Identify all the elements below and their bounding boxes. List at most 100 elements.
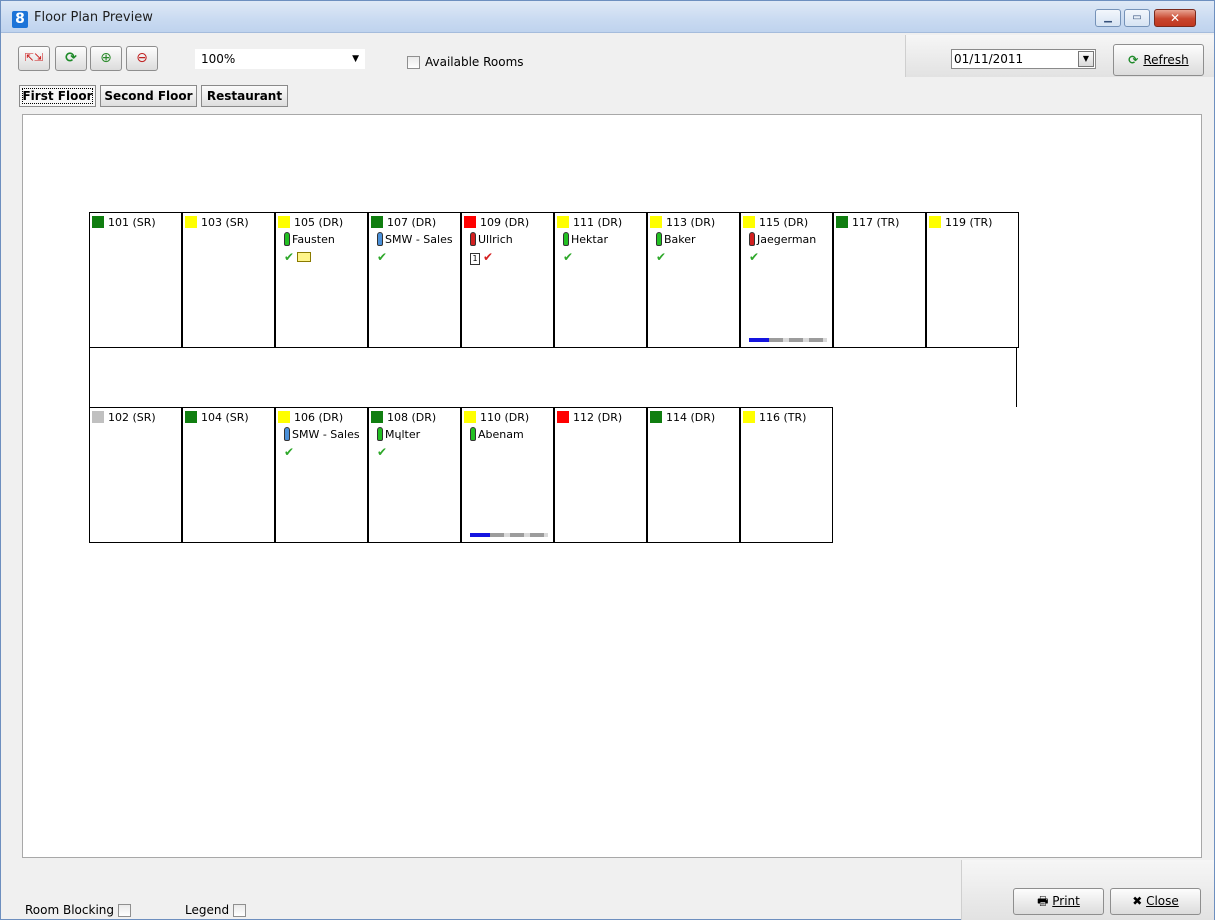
room-number: 107 (DR) xyxy=(387,216,437,229)
room-status-indicator xyxy=(278,411,290,423)
refresh-button[interactable]: ⟳ Refresh xyxy=(1113,44,1204,76)
room-cell[interactable]: 105 (DR) Fausten ✔ xyxy=(275,212,368,348)
room-status-indicator xyxy=(371,411,383,423)
maximize-icon[interactable]: ▭ xyxy=(1124,9,1150,27)
refresh-icon[interactable]: ⟳ xyxy=(55,46,87,71)
guest-row: Baker xyxy=(656,232,696,246)
room-header: 119 (TR) xyxy=(929,216,992,229)
tab-restaurant[interactable]: Restaurant xyxy=(201,85,288,107)
room-status-indicator xyxy=(92,216,104,228)
zoom-value: 100% xyxy=(201,52,236,66)
guest-status-icon xyxy=(563,232,569,246)
room-cell[interactable]: 117 (TR) xyxy=(833,212,926,348)
room-cell[interactable]: 109 (DR) Ullrich 1 ✔ xyxy=(461,212,554,348)
room-header: 104 (SR) xyxy=(185,411,249,424)
available-rooms-toggle[interactable]: Available Rooms xyxy=(407,55,524,69)
room-number: 110 (DR) xyxy=(480,411,530,424)
room-cell[interactable]: 106 (DR) SMW - Sales ✔ xyxy=(275,407,368,543)
room-icons: ✔ xyxy=(749,250,759,264)
room-number: 103 (SR) xyxy=(201,216,249,229)
tab-first-floor[interactable]: First Floor xyxy=(19,85,96,107)
occupancy-bar xyxy=(749,338,827,342)
checkmark-icon: ✔ xyxy=(563,250,574,264)
room-number: 117 (TR) xyxy=(852,216,900,229)
room-cell[interactable]: 108 (DR) Mɥlter ✔ xyxy=(368,407,461,543)
guest-name: Fausten xyxy=(292,233,335,246)
occupancy-bar-fill xyxy=(470,533,490,537)
room-cell[interactable]: 103 (SR) xyxy=(182,212,275,348)
room-cell[interactable]: 111 (DR) Hektar ✔ xyxy=(554,212,647,348)
room-header: 107 (DR) xyxy=(371,216,436,229)
mail-icon xyxy=(297,252,312,262)
available-rooms-checkbox[interactable] xyxy=(407,56,420,69)
room-cell[interactable]: 114 (DR) xyxy=(647,407,740,543)
room-cell[interactable]: 101 (SR) xyxy=(89,212,182,348)
print-button[interactable]: 🖶 Print xyxy=(1013,888,1104,915)
checkmark-icon: ✔ xyxy=(284,445,295,459)
room-cell[interactable]: 119 (TR) xyxy=(926,212,1019,348)
guest-status-icon xyxy=(284,427,290,441)
room-number: 108 (DR) xyxy=(387,411,437,424)
one-night-icon: 1 xyxy=(470,253,480,265)
room-header: 116 (TR) xyxy=(743,411,806,424)
room-blocking-toggle[interactable]: Room Blocking xyxy=(25,903,131,917)
close-icon[interactable]: ✕ xyxy=(1154,9,1196,27)
calendar-dropdown-icon[interactable]: ▼ xyxy=(1078,51,1094,67)
zoom-select[interactable]: 100% ▼ xyxy=(195,49,365,69)
room-cell[interactable]: 113 (DR) Baker ✔ xyxy=(647,212,740,348)
available-rooms-label: Available Rooms xyxy=(425,55,524,69)
room-number: 115 (DR) xyxy=(759,216,809,229)
room-cell[interactable]: 110 (DR) Abenam xyxy=(461,407,554,543)
checkmark-icon: ✔ xyxy=(483,250,494,264)
close-button[interactable]: ✖ Close xyxy=(1110,888,1201,915)
room-status-indicator xyxy=(743,216,755,228)
guest-name: SMW - Sales xyxy=(292,428,360,441)
guest-status-icon xyxy=(470,427,476,441)
zoom-out-icon[interactable]: ⊖ xyxy=(126,46,158,71)
room-cell[interactable]: 116 (TR) xyxy=(740,407,833,543)
guest-row: Hektar xyxy=(563,232,608,246)
checkmark-icon: ✔ xyxy=(284,250,295,264)
room-status-indicator xyxy=(371,216,383,228)
guest-name: Abenam xyxy=(478,428,524,441)
room-number: 102 (SR) xyxy=(108,411,156,424)
window-title: Floor Plan Preview xyxy=(34,10,153,25)
guest-status-icon xyxy=(377,427,383,441)
room-icons: ✔ xyxy=(284,250,312,264)
room-status-indicator xyxy=(650,216,662,228)
room-cell[interactable]: 107 (DR) SMW - Sales ✔ xyxy=(368,212,461,348)
legend-checkbox[interactable] xyxy=(233,904,247,917)
guest-name: Baker xyxy=(664,233,696,246)
guest-row: Jaegerman xyxy=(749,232,816,246)
room-number: 105 (DR) xyxy=(294,216,344,229)
room-header: 110 (DR) xyxy=(464,411,529,424)
tab-second-floor[interactable]: Second Floor xyxy=(100,85,197,107)
room-icons: ✔ xyxy=(563,250,573,264)
guest-row: SMW - Sales xyxy=(284,427,360,441)
print-label: Print xyxy=(1052,894,1080,908)
date-field[interactable]: 01/11/2011 ▼ xyxy=(951,49,1096,69)
checkmark-icon: ✔ xyxy=(377,445,388,459)
room-cell[interactable]: 102 (SR) xyxy=(89,407,182,543)
room-blocking-checkbox[interactable] xyxy=(118,904,131,917)
room-status-indicator xyxy=(836,216,848,228)
guest-name: Mɥlter xyxy=(385,428,421,441)
room-number: 114 (DR) xyxy=(666,411,716,424)
room-blocking-label: Room Blocking xyxy=(25,903,114,917)
room-header: 106 (DR) xyxy=(278,411,343,424)
legend-toggle[interactable]: Legend xyxy=(185,903,247,917)
chevron-down-icon: ▼ xyxy=(352,54,359,64)
occupancy-bar-fill xyxy=(749,338,769,342)
zoom-in-icon[interactable]: ⊕ xyxy=(90,46,122,71)
legend-label: Legend xyxy=(185,903,230,917)
guest-status-icon xyxy=(377,232,383,246)
room-number: 109 (DR) xyxy=(480,216,530,229)
room-cell[interactable]: 112 (DR) xyxy=(554,407,647,543)
room-header: 102 (SR) xyxy=(92,411,156,424)
room-header: 108 (DR) xyxy=(371,411,436,424)
guest-status-icon xyxy=(284,232,290,246)
fit-to-window-icon[interactable]: ⇱⇲ xyxy=(18,46,50,71)
room-cell[interactable]: 115 (DR) Jaegerman ✔ xyxy=(740,212,833,348)
room-cell[interactable]: 104 (SR) xyxy=(182,407,275,543)
minimize-icon[interactable]: ▁ xyxy=(1095,9,1121,27)
